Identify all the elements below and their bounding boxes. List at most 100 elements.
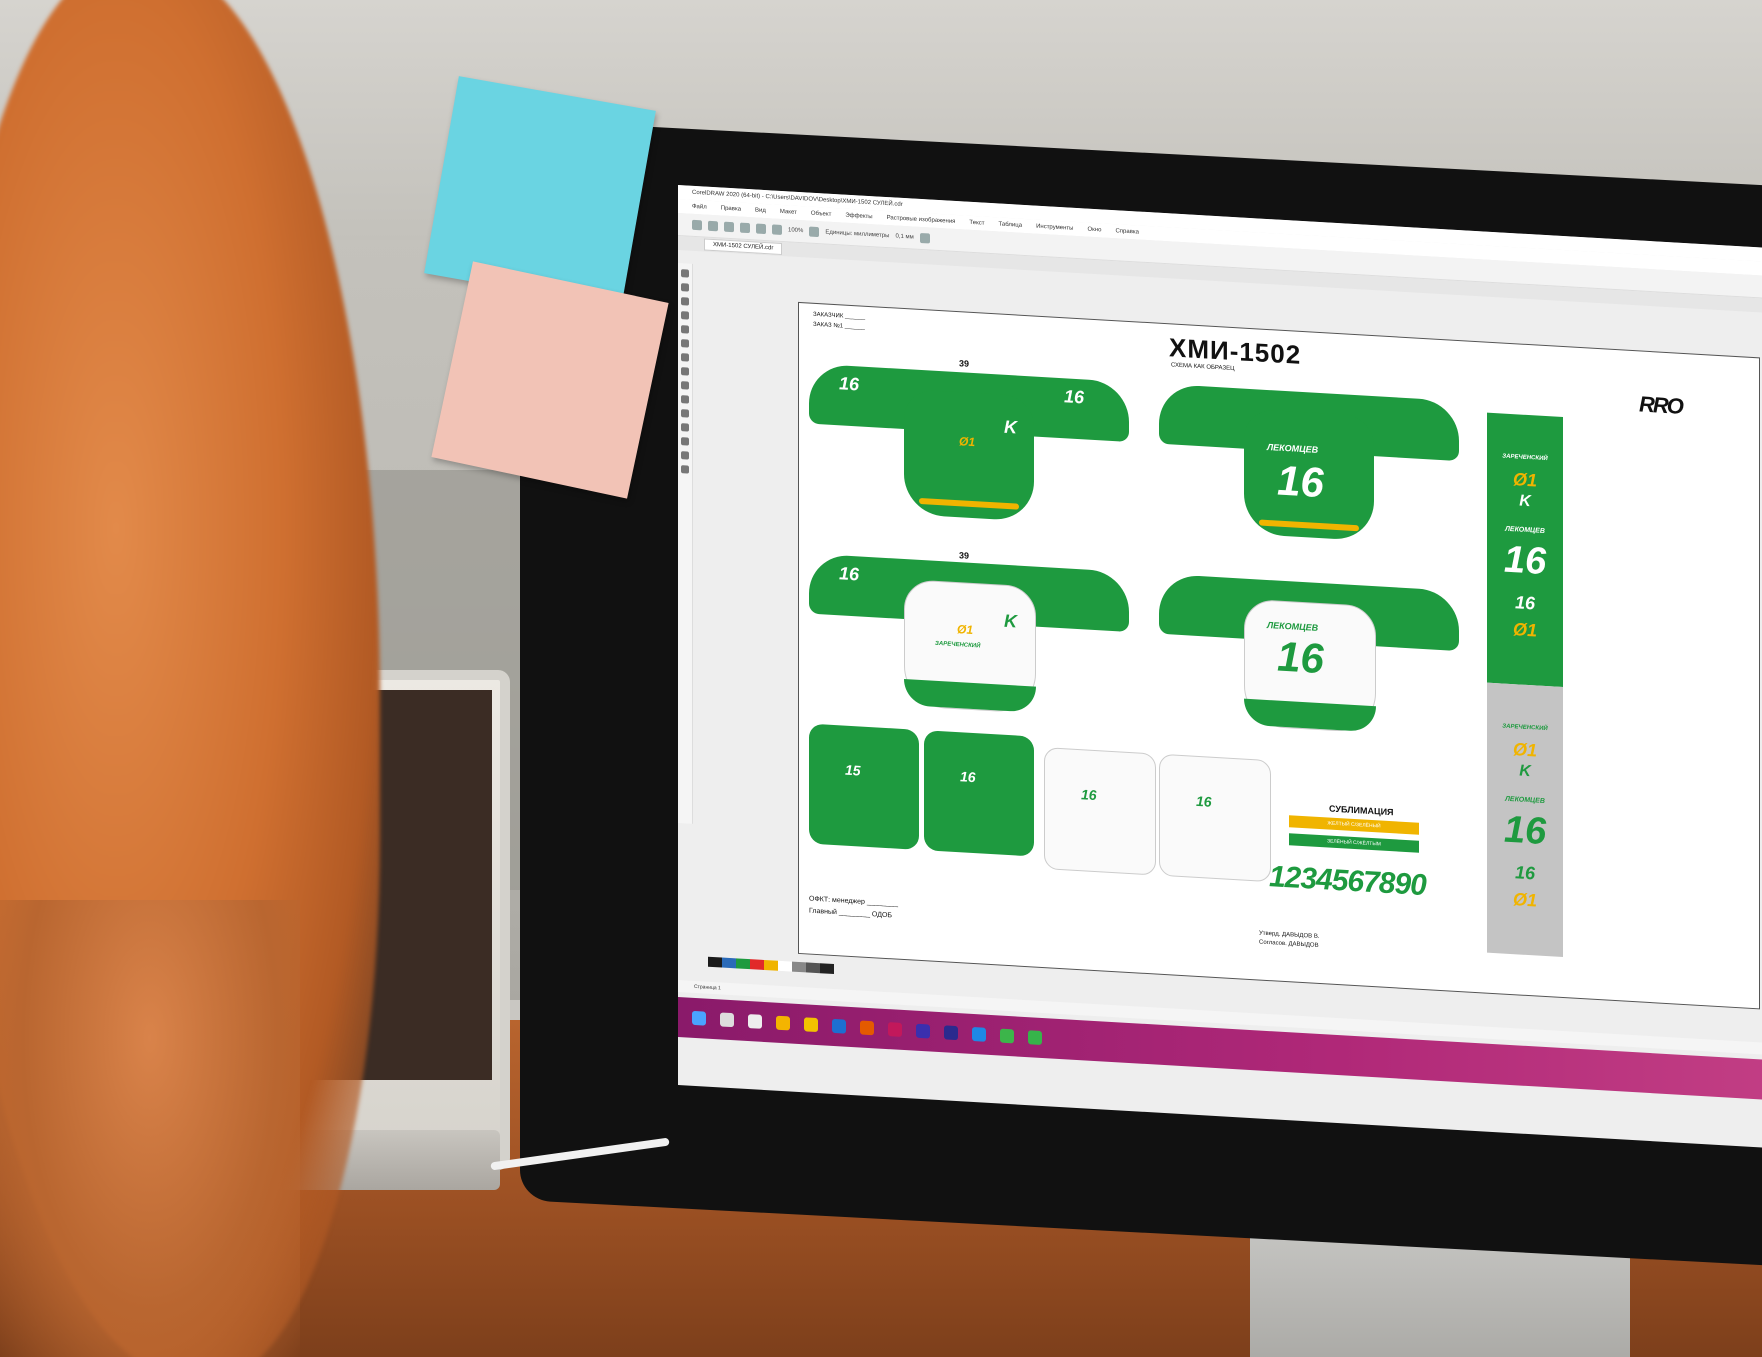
side-panel-gray: ЗАРЕЧЕНСКИЙ Ø1 K ЛЕКОМЦЕВ 16 16 Ø1 — [1487, 682, 1563, 958]
size-label: 39 — [959, 550, 970, 561]
chest-letter: K — [1519, 492, 1531, 511]
document-tab[interactable]: ХМИ-1502 СУЛЕЙ.cdr — [704, 238, 783, 256]
chest-number: Ø1 — [1512, 469, 1537, 491]
shorts-number: 16 — [1196, 792, 1212, 810]
menu-item[interactable]: Эффекты — [845, 213, 872, 221]
redo-icon[interactable] — [772, 224, 782, 235]
blue-sticky-note — [424, 76, 656, 308]
shorts-back-white: 16 — [1159, 753, 1271, 883]
approval-block: ОФКТ: менеджер ________ Главный ________… — [809, 894, 898, 923]
save-icon[interactable] — [724, 221, 734, 233]
chest-number: Ø1 — [957, 622, 974, 638]
toolbox — [678, 263, 693, 824]
menu-item[interactable]: Справка — [1115, 228, 1139, 235]
app-icon[interactable] — [1000, 1028, 1014, 1044]
green-jersey-back: ЛЕКОМЦЕВ 16 — [1159, 383, 1459, 551]
palette-swatch[interactable] — [722, 957, 736, 969]
app-icon[interactable] — [972, 1026, 986, 1042]
player-name: ЛЕКОМЦЕВ — [1505, 795, 1545, 805]
white-jersey-back: ЛЕКОМЦЕВ 16 — [1159, 573, 1459, 741]
chest-number: Ø1 — [959, 434, 976, 450]
fill-tool-icon[interactable] — [681, 465, 689, 474]
big-number: 16 — [1503, 538, 1547, 584]
palette-swatch[interactable] — [778, 960, 792, 972]
zoom-tool-icon[interactable] — [681, 311, 689, 320]
sublimation-title: СУБЛИМАЦИЯ — [1329, 803, 1394, 818]
menu-item[interactable]: Текст — [969, 220, 984, 227]
pick-tool-icon[interactable] — [681, 269, 689, 278]
palette-swatch[interactable] — [820, 963, 834, 974]
polygon-tool-icon[interactable] — [681, 367, 689, 376]
white-jersey-front: 16 K Ø1 ЗАРЕЧЕНСКИЙ — [809, 553, 1129, 722]
undo-icon[interactable] — [756, 223, 766, 235]
chest-letter: K — [1004, 610, 1017, 632]
photoshop-icon[interactable] — [832, 1018, 846, 1034]
chrome-icon[interactable] — [776, 1015, 790, 1031]
text-tool-icon[interactable] — [681, 381, 689, 390]
sublimation-bar-yellow: ЖЕЛТЫЙ С/ЗЕЛЁНЫЙ — [1289, 815, 1419, 835]
sleeve-number: 16 — [839, 373, 860, 395]
task-view-icon[interactable] — [748, 1014, 762, 1029]
illustrator-icon[interactable] — [860, 1020, 874, 1036]
pink-sticky-note — [431, 261, 669, 499]
palette-swatch[interactable] — [764, 959, 778, 971]
page-navigator[interactable]: Страница 1 — [694, 984, 721, 992]
shorts-number: 15 — [845, 761, 861, 779]
search-icon[interactable] — [720, 1012, 734, 1028]
transparency-tool-icon[interactable] — [681, 437, 689, 446]
coreldraw-icon[interactable] — [1028, 1030, 1042, 1045]
menu-item[interactable]: Объект — [811, 211, 831, 218]
chest-letter: K — [1004, 416, 1017, 438]
indesign-icon[interactable] — [888, 1022, 902, 1037]
order-header: ЗАКАЗЧИК ______ ЗАКАЗ №1 ______ — [813, 310, 865, 333]
menu-item[interactable]: Файл — [692, 204, 707, 211]
color-palette — [708, 956, 834, 974]
zoom-select[interactable]: 100% — [788, 227, 803, 234]
small-number: 16 — [1514, 592, 1536, 614]
sleeve-number: 16 — [839, 563, 860, 585]
premiere-icon[interactable] — [944, 1025, 958, 1041]
connector-tool-icon[interactable] — [681, 409, 689, 418]
menu-item[interactable]: Окно — [1087, 227, 1101, 234]
ellipse-tool-icon[interactable] — [681, 353, 689, 362]
after-effects-icon[interactable] — [916, 1023, 930, 1039]
sponsor-text: ЗАРЕЧЕНСКИЙ — [1502, 723, 1548, 733]
menu-item[interactable]: Инструменты — [1036, 224, 1073, 232]
menu-item[interactable]: Растровые изображения — [887, 215, 956, 225]
folder-icon[interactable] — [804, 1017, 818, 1033]
palette-swatch[interactable] — [792, 961, 806, 973]
shorts-number: 16 — [960, 768, 976, 786]
settings-icon[interactable] — [919, 232, 930, 244]
start-icon[interactable] — [692, 1010, 706, 1026]
menu-item[interactable]: Правка — [721, 205, 741, 212]
player-name: ЛЕКОМЦЕВ — [1505, 525, 1545, 535]
shorts-back-green: 16 — [924, 730, 1034, 857]
back-number: 16 — [1277, 456, 1324, 507]
palette-swatch[interactable] — [750, 959, 764, 970]
crop-tool-icon[interactable] — [681, 297, 689, 306]
palette-swatch[interactable] — [708, 956, 722, 968]
small-number: 16 — [1514, 862, 1536, 884]
new-file-icon[interactable] — [692, 219, 702, 231]
line-tool-icon[interactable] — [681, 395, 689, 404]
chest-number: Ø1 — [1512, 739, 1537, 761]
rectangle-tool-icon[interactable] — [681, 339, 689, 348]
palette-swatch[interactable] — [806, 962, 820, 974]
freehand-tool-icon[interactable] — [681, 325, 689, 334]
print-icon[interactable] — [740, 222, 750, 234]
palette-swatch[interactable] — [736, 958, 750, 970]
menu-item[interactable]: Макет — [780, 209, 797, 216]
open-file-icon[interactable] — [708, 220, 718, 232]
menu-item[interactable]: Вид — [755, 207, 766, 214]
units-select[interactable]: Единицы: миллиметры — [825, 229, 889, 239]
size-label: 39 — [959, 358, 970, 369]
snap-icon[interactable] — [809, 226, 820, 238]
shorts-number: 16 — [1081, 786, 1097, 804]
shape-tool-icon[interactable] — [681, 283, 689, 292]
nudge-field[interactable]: 0,1 мм — [895, 234, 913, 241]
shadow-tool-icon[interactable] — [681, 423, 689, 432]
eyedropper-tool-icon[interactable] — [681, 451, 689, 460]
big-number: 16 — [1503, 808, 1547, 854]
chest-number: Ø1 — [1512, 619, 1537, 641]
menu-item[interactable]: Таблица — [999, 221, 1023, 228]
